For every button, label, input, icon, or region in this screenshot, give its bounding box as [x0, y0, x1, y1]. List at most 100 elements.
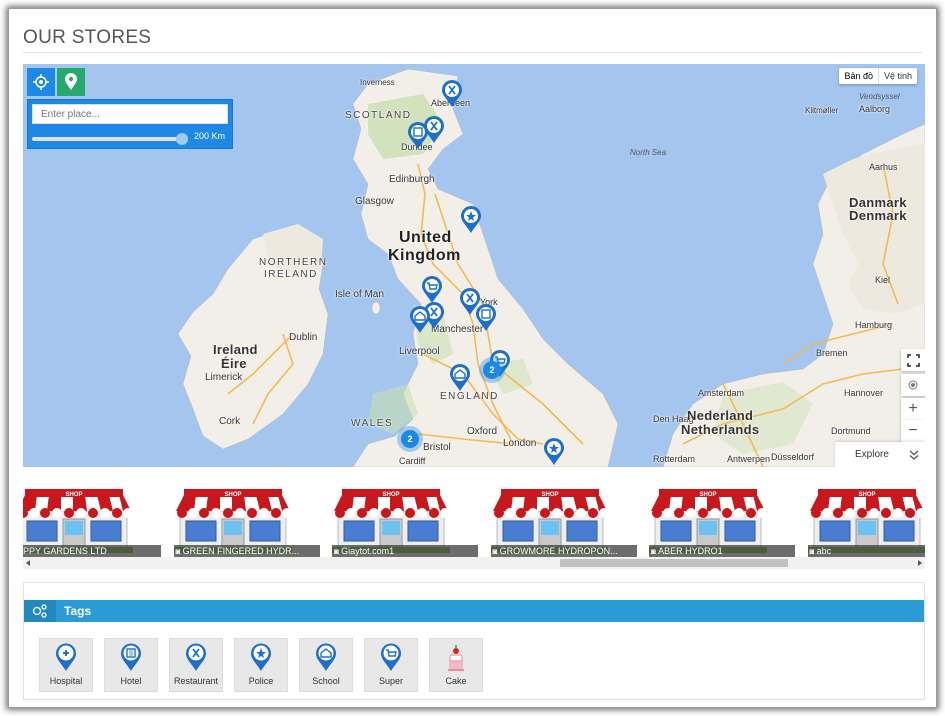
minus-icon: −	[908, 422, 918, 439]
camera-icon: ◙	[334, 547, 342, 556]
tag-label: Restaurant	[173, 676, 219, 686]
store-map[interactable]: Inverness SCOTLAND Aberdeen Dundee Edinb…	[23, 64, 925, 467]
map-label-dusseldorf: Düsseldorf	[771, 452, 815, 462]
map-type-satellite-button[interactable]: Vệ tinh	[879, 68, 917, 84]
map-pin-icon	[65, 73, 77, 90]
map-label-denmark: Denmark	[849, 208, 907, 223]
tag-police[interactable]: Police	[234, 638, 288, 692]
map-cluster[interactable]: 2	[479, 357, 505, 383]
map-marker-supermarket[interactable]	[421, 276, 443, 304]
map-label-dublin: Dublin	[289, 332, 318, 343]
store-name-text: abc	[816, 546, 832, 556]
zoom-in-button[interactable]: +	[901, 398, 925, 420]
store-card[interactable]: SHOP ◙ ABER HYDRO1	[649, 477, 797, 557]
map-label-inverness: Inverness	[360, 78, 395, 87]
store-card[interactable]: SHOP ◙ GREEN FINGERED HYDR...	[173, 477, 322, 557]
svg-text:SHOP: SHOP	[541, 492, 558, 498]
radius-slider-handle[interactable]	[176, 133, 188, 145]
map-label-england: ENGLAND	[440, 391, 499, 402]
tags-icon	[24, 600, 56, 622]
svg-text:SHOP: SHOP	[382, 492, 399, 498]
restaurant-icon	[186, 643, 206, 671]
tag-school[interactable]: School	[299, 638, 353, 692]
map-label-united: United	[399, 229, 452, 246]
svg-text:SHOP: SHOP	[224, 492, 241, 498]
map-marker-police[interactable]	[460, 206, 482, 234]
map-label-cardiff: Cardiff	[399, 456, 426, 466]
fullscreen-button[interactable]	[901, 349, 925, 371]
supermarket-icon	[381, 643, 401, 671]
tag-cake[interactable]: Cake	[429, 638, 483, 692]
page-title: OUR STORES	[23, 27, 152, 48]
map-label-wales: WALES	[351, 418, 394, 429]
double-chevron-down-icon	[909, 450, 919, 460]
map-label-liverpool: Liverpool	[399, 346, 440, 357]
map-marker-police[interactable]	[543, 438, 565, 466]
map-type-switch: Bản đồ Vệ tinh	[839, 68, 917, 84]
map-marker-restaurant[interactable]	[441, 80, 463, 108]
svg-text:SHOP: SHOP	[858, 492, 875, 498]
store-name-text: Giaytot.com1	[341, 546, 395, 556]
scroll-right-icon[interactable]	[917, 560, 923, 566]
tag-label: Super	[378, 676, 404, 686]
map-label-amsterdam: Amsterdam	[698, 388, 745, 398]
locate-me-button[interactable]	[27, 68, 55, 96]
map-marker-school[interactable]	[449, 364, 471, 392]
map-label-klitmoller: Klitmøller	[805, 106, 839, 115]
tags-panel: Tags Hospital Hotel Restaurant Police Sc…	[23, 582, 925, 700]
map-label-rotterdam: Rotterdam	[653, 454, 696, 464]
camera-icon: ◙	[809, 547, 817, 556]
map-label-ireland-region: IRELAND	[264, 269, 318, 280]
camera-icon: ◙	[492, 547, 500, 556]
map-marker-restaurant[interactable]	[423, 116, 445, 144]
tag-super[interactable]: Super	[364, 638, 418, 692]
map-cluster[interactable]: 2	[397, 426, 423, 452]
tag-restaurant[interactable]: Restaurant	[169, 638, 223, 692]
camera-icon: ◙	[651, 547, 659, 556]
place-search-input[interactable]	[32, 104, 228, 124]
store-name-text: ABER HYDRO1	[658, 546, 723, 556]
scrollbar-thumb[interactable]	[560, 559, 788, 567]
page-frame: OUR STORES Inverness SCOTLAND Edinburgh …	[8, 8, 937, 708]
hospital-icon	[56, 643, 76, 671]
police-icon	[251, 643, 271, 671]
location-dot-icon	[908, 380, 918, 390]
map-label-northern: NORTHERN	[259, 257, 328, 268]
store-carousel-scrollbar[interactable]	[23, 557, 925, 569]
map-label-nederland: Nederland	[687, 408, 754, 423]
store-name: ◙ Giaytot.com1	[332, 545, 478, 557]
map-label-kingdom: Kingdom	[388, 247, 461, 264]
map-label-cork: Cork	[219, 416, 241, 427]
cluster-count: 2	[401, 430, 419, 448]
store-card[interactable]: SHOP ◙ Giaytot.com1	[332, 477, 480, 557]
zoom-out-button[interactable]: −	[901, 420, 925, 442]
scroll-left-icon[interactable]	[25, 560, 31, 566]
store-name: ◙ GROWMORE HYDROPON...	[490, 545, 637, 557]
place-marker-button[interactable]	[57, 68, 85, 96]
my-location-button[interactable]	[901, 374, 925, 396]
radius-slider[interactable]	[32, 133, 188, 145]
svg-text:SHOP: SHOP	[65, 492, 82, 498]
store-card[interactable]: SHOP ◙ GROWMORE HYDROPON...	[490, 477, 639, 557]
title-divider	[23, 52, 922, 53]
tag-hospital[interactable]: Hospital	[39, 638, 93, 692]
tag-hotel[interactable]: Hotel	[104, 638, 158, 692]
store-name: ◙ abc	[807, 545, 925, 557]
map-label-netherlands: Netherlands	[681, 422, 760, 437]
tag-label: Police	[248, 676, 274, 686]
map-label-eire: Éire	[221, 356, 247, 371]
explore-button[interactable]: Explore	[835, 442, 925, 467]
store-card[interactable]: SHOP APPY GARDENS LTD	[23, 477, 163, 557]
store-card[interactable]: SHOP ◙ abc	[807, 477, 925, 557]
tag-label: Hospital	[49, 676, 83, 686]
store-name: ◙ GREEN FINGERED HYDR...	[173, 545, 320, 557]
plus-icon: +	[908, 400, 918, 417]
tag-label: School	[312, 676, 340, 686]
hotel-icon	[121, 643, 141, 671]
store-name: APPY GARDENS LTD	[23, 545, 161, 557]
store-carousel: SHOP APPY GARDENS LTD SHOP ◙ GREEN FINGE…	[23, 477, 925, 557]
map-marker-school[interactable]	[409, 306, 431, 334]
map-marker-hotel[interactable]	[475, 304, 497, 332]
map-type-roadmap-button[interactable]: Bản đồ	[839, 68, 879, 84]
school-icon	[316, 643, 336, 671]
